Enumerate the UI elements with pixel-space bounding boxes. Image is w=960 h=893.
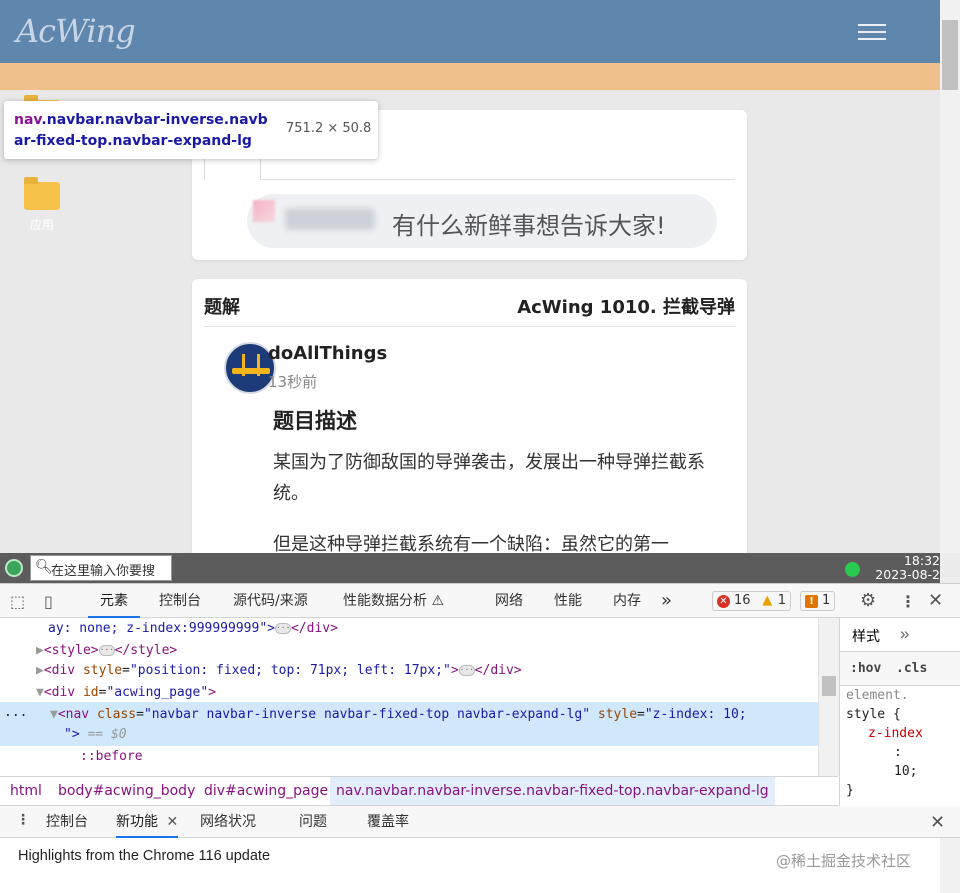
more-tabs-icon[interactable]: » <box>661 584 672 618</box>
device-toolbar-icon[interactable]: ▯ <box>44 592 53 611</box>
issues-badge[interactable]: ! 1 <box>800 591 836 611</box>
drawer-tab-network-conditions[interactable]: 网络状况 <box>200 806 256 838</box>
elements-scrollbar[interactable] <box>818 618 839 776</box>
tab-network[interactable]: 网络 <box>495 584 523 618</box>
tab-styles[interactable]: 样式 <box>852 626 880 646</box>
gutter-dots[interactable]: ... <box>4 702 27 724</box>
elements-tree: ay: none; z-index:999999999">···</div> ▶… <box>0 618 820 776</box>
orange-banner <box>0 63 940 90</box>
dom-line[interactable]: ::before <box>80 746 143 768</box>
solution-card: 题解 AcWing 1010. 拦截导弹 doAllThings 13秒前 题目… <box>192 279 747 553</box>
elements-scrollbar-thumb[interactable] <box>822 676 836 696</box>
dom-line[interactable]: ay: none; z-index:999999999">···</div> <box>48 618 338 640</box>
drawer-tab-whats-new[interactable]: 新功能 ✕ <box>116 806 179 838</box>
tab-performance[interactable]: 性能 <box>554 584 582 618</box>
post-input[interactable]: 有什么新鲜事想告诉大家! <box>247 194 717 248</box>
acwing-logo[interactable]: AcWing <box>16 12 136 50</box>
tooltip-size: 751.2 × 50.8 <box>286 121 372 136</box>
drawer-tabbar: ⋮ 控制台 新功能 ✕ 网络状况 问题 覆盖率 ✕ <box>0 806 960 838</box>
breadcrumb: html body#acwing_body div#acwing_page na… <box>0 776 838 806</box>
breadcrumb-item-active[interactable]: nav.navbar.navbar-inverse.navbar-fixed-t… <box>330 777 775 805</box>
tooltip-selector: nav.navbar.navbar-inverse.navbar-fixed-t… <box>14 112 268 149</box>
taskbar-clock[interactable]: 18:32 2023-08-2 <box>868 554 940 582</box>
taskbar: 🔍︎ 在这里输入你要搜 18:32 2023-08-2 <box>0 553 940 583</box>
hov-toggle[interactable]: :hov <box>850 661 881 676</box>
dom-line[interactable]: ▶<style>···</style> <box>36 640 177 662</box>
desktop-icon-label: 应用 <box>29 218 54 232</box>
dom-line-selected-cont[interactable]: "> == $0 <box>64 724 127 746</box>
hamburger-menu-icon[interactable] <box>858 22 888 42</box>
blurred-avatar <box>253 200 275 222</box>
errors-warnings-badge[interactable]: ✕ 16 ▲ 1 <box>712 591 791 611</box>
status-dot-icon[interactable] <box>845 562 860 577</box>
author-name[interactable]: doAllThings <box>268 343 387 364</box>
drawer-menu-icon[interactable]: ⋮ <box>16 812 30 828</box>
drawer-tab-console[interactable]: 控制台 <box>46 806 88 838</box>
cls-toggle[interactable]: .cls <box>896 661 927 676</box>
web-page: AcWing 应用 有什么新鲜事想告诉大家! 题解 AcWing 1010. 拦… <box>0 0 940 553</box>
devtools-panel: ⬚ ▯ 元素 控制台 源代码/来源 性能数据分析 ⚠ 网络 性能 内存 » ✕ 1… <box>0 583 960 893</box>
dom-line-selected[interactable]: ▼<nav class="navbar navbar-inverse navba… <box>50 704 747 726</box>
inspect-element-icon[interactable]: ⬚ <box>10 592 25 611</box>
style-rule: element. style { z-index : 10; } <box>846 688 923 798</box>
breadcrumb-item[interactable]: div#acwing_page <box>202 777 330 805</box>
folder-icon <box>24 177 60 210</box>
tab-performance-insights[interactable]: 性能数据分析 ⚠ <box>343 584 444 618</box>
issue-icon: ! <box>805 595 818 608</box>
app-icon[interactable] <box>5 559 23 577</box>
page-scrollbar-thumb[interactable] <box>942 20 958 90</box>
whats-new-heading: Highlights from the Chrome 116 update <box>18 848 271 864</box>
tab-memory[interactable]: 内存 <box>613 584 641 618</box>
more-options-icon[interactable]: ⋮ <box>900 592 916 611</box>
styles-pane: 样式 » :hov .cls element. style { z-index … <box>839 618 960 806</box>
clock-time: 18:32 <box>903 554 940 568</box>
inspect-tooltip: nav.navbar.navbar-inverse.navbar-fixed-t… <box>4 101 378 159</box>
breadcrumb-item[interactable]: html <box>8 777 44 805</box>
solution-title[interactable]: AcWing 1010. 拦截导弹 <box>517 293 735 319</box>
paragraph: 但是这种导弹拦截系统有一个缺陷：虽然它的第一 <box>273 534 669 553</box>
close-drawer-icon[interactable]: ✕ <box>930 812 945 833</box>
taskbar-search-placeholder: 在这里输入你要搜 <box>51 564 156 579</box>
paragraph: 某国为了防御敌国的导弹袭击，发展出一种导弹拦截系统。 <box>273 452 705 504</box>
settings-gear-icon[interactable]: ⚙ <box>860 590 876 611</box>
clock-date: 2023-08-2 <box>875 567 940 582</box>
drawer-tab-coverage[interactable]: 覆盖率 <box>367 806 409 838</box>
breadcrumb-item[interactable]: body#acwing_body <box>56 777 197 805</box>
devtools-toolbar: ⬚ ▯ 元素 控制台 源代码/来源 性能数据分析 ⚠ 网络 性能 内存 » ✕ 1… <box>0 584 960 618</box>
post-time: 13秒前 <box>268 373 318 391</box>
watermark: @稀土掘金技术社区 <box>776 852 912 870</box>
blurred-username <box>285 208 375 230</box>
close-devtools-icon[interactable]: ✕ <box>928 590 943 611</box>
section-title: 题目描述 <box>273 409 357 433</box>
close-tab-icon: ✕ <box>166 814 179 830</box>
dom-line[interactable]: ▼<div id="acwing_page"> <box>36 682 216 704</box>
drawer-tab-issues[interactable]: 问题 <box>299 806 327 838</box>
desktop-folder-apps[interactable]: 应用 <box>22 177 62 233</box>
styles-tabbar: 样式 » <box>840 618 960 652</box>
error-icon: ✕ <box>717 595 730 608</box>
styles-filter-bar: :hov .cls <box>840 652 960 686</box>
solution-header: 题解 AcWing 1010. 拦截导弹 <box>204 279 735 327</box>
dom-line[interactable]: ▶<div style="position: fixed; top: 71px;… <box>36 660 522 682</box>
taskbar-search[interactable]: 🔍︎ 在这里输入你要搜 <box>30 555 172 581</box>
warning-icon: ▲ <box>762 593 773 608</box>
navbar: AcWing <box>0 0 940 63</box>
solution-label: 题解 <box>204 297 240 318</box>
tab-sources[interactable]: 源代码/来源 <box>233 584 308 618</box>
more-tabs-icon[interactable]: » <box>900 624 909 644</box>
drawer-scrollbar[interactable] <box>940 838 960 893</box>
tab-console[interactable]: 控制台 <box>159 584 201 618</box>
post-placeholder: 有什么新鲜事想告诉大家! <box>392 212 666 240</box>
tab-elements[interactable]: 元素 <box>88 584 140 618</box>
